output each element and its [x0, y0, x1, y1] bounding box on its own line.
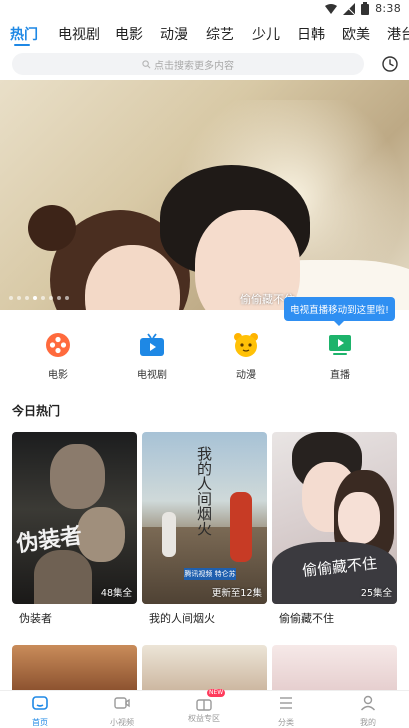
tab-west[interactable]: 欧美 [342, 24, 370, 44]
tab-anime[interactable]: 动漫 [160, 24, 188, 44]
poster-figure [50, 444, 105, 509]
content-card[interactable]: 伪装者 48集全 伪装者 [12, 432, 137, 626]
active-tab-indicator [14, 44, 30, 46]
status-bar: 8:38 [0, 0, 409, 18]
quick-link-label: 电影 [48, 370, 68, 381]
nav-label: 小视频 [110, 718, 134, 727]
signal-icon [343, 2, 356, 15]
nav-benefits[interactable]: NEW 权益专区 [174, 689, 234, 724]
tab-hot[interactable]: 热门 [10, 24, 38, 44]
poster-image: 伪装者 48集全 [12, 432, 137, 604]
poster-calligraphy: 我的人间烟火 [195, 446, 213, 536]
cartoon-face-icon [234, 333, 258, 357]
gift-icon-wrap: NEW [195, 689, 226, 712]
nav-profile[interactable]: 我的 [338, 694, 398, 728]
carousel-dot [25, 296, 29, 300]
tab-variety[interactable]: 综艺 [206, 24, 234, 44]
poster-figure [338, 492, 380, 544]
search-icon [142, 59, 151, 68]
nav-short-video[interactable]: 小视频 [92, 694, 152, 728]
poster-image: 我的人间烟火 腾讯视频 特仑苏 更新至12集 [142, 432, 267, 604]
nav-category[interactable]: 分类 [256, 694, 316, 728]
episode-badge: 更新至12集 [211, 588, 262, 599]
tab-jp-kr[interactable]: 日韩 [297, 24, 325, 44]
search-input[interactable]: 点击搜索更多内容 [12, 53, 364, 75]
content-card-partial[interactable] [142, 645, 267, 690]
hero-banner[interactable]: 偷偷藏不住 [0, 80, 409, 310]
card-title: 我的人间烟火 [149, 612, 215, 625]
content-card[interactable]: 我的人间烟火 腾讯视频 特仑苏 更新至12集 我的人间烟火 [142, 432, 267, 626]
quick-link-label: 动漫 [236, 370, 256, 381]
poster-figure [230, 492, 252, 562]
section-title-today-hot: 今日热门 [12, 404, 61, 418]
content-card-partial[interactable] [12, 645, 137, 690]
nav-label: 分类 [278, 718, 294, 727]
search-placeholder: 点击搜索更多内容 [154, 60, 234, 72]
nav-label: 首页 [32, 718, 48, 727]
carousel-dots [9, 296, 69, 300]
battery-icon [361, 2, 370, 15]
episode-badge: 48集全 [100, 588, 132, 599]
nav-label: 我的 [360, 718, 376, 727]
carousel-dot [17, 296, 21, 300]
video-icon [114, 697, 130, 709]
quick-link-tv-series[interactable]: 电视剧 [122, 332, 182, 381]
carousel-dot [49, 296, 53, 300]
poster-figure [162, 512, 176, 557]
card-title: 偷偷藏不住 [279, 612, 334, 625]
episode-badge: 25集全 [360, 588, 392, 599]
poster-sponsor-tag: 腾讯视频 特仑苏 [184, 568, 236, 580]
quick-link-label: 电视剧 [137, 370, 167, 381]
carousel-dot [65, 296, 69, 300]
tv-icon [140, 333, 164, 356]
live-moved-tooltip: 电视直播移动到这里啦! [284, 297, 395, 326]
bottom-navigation: 首页 小视频 NEW 权益专区 分类 我的 [0, 689, 409, 728]
tab-tv-series[interactable]: 电视剧 [58, 24, 100, 44]
content-card[interactable]: 偷偷藏不住 25集全 偷偷藏不住 [272, 432, 397, 626]
banner-figure-bun [28, 205, 76, 251]
quick-link-label: 直播 [330, 370, 350, 381]
nav-label: 权益专区 [188, 714, 220, 723]
poster-figure [77, 507, 125, 562]
film-reel-icon [46, 333, 70, 357]
status-time: 8:38 [375, 2, 401, 15]
home-icon [32, 696, 48, 710]
poster-image: 偷偷藏不住 25集全 [272, 432, 397, 604]
profile-icon [360, 695, 376, 711]
history-clock-icon[interactable] [381, 55, 399, 73]
category-tabs: 热门 电视剧 电影 动漫 综艺 少儿 日韩 欧美 港台 [0, 20, 409, 48]
poster-figure [34, 550, 92, 604]
live-play-icon [329, 335, 351, 355]
quick-link-live[interactable]: 直播 [310, 332, 370, 381]
card-title: 伪装者 [19, 612, 52, 625]
tab-hk-tw[interactable]: 港台 [387, 24, 409, 44]
quick-link-anime[interactable]: 动漫 [216, 332, 276, 381]
category-list-icon [280, 697, 292, 709]
quick-link-movie[interactable]: 电影 [28, 332, 88, 381]
carousel-dot [57, 296, 61, 300]
carousel-dot [41, 296, 45, 300]
tab-kids[interactable]: 少儿 [252, 24, 280, 44]
content-card-partial[interactable] [272, 645, 397, 690]
wifi-icon [325, 3, 338, 14]
tab-movie[interactable]: 电影 [115, 24, 143, 44]
nav-home[interactable]: 首页 [10, 694, 70, 728]
new-badge: NEW [207, 689, 226, 697]
carousel-dot [9, 296, 13, 300]
carousel-dot-active [33, 296, 37, 300]
